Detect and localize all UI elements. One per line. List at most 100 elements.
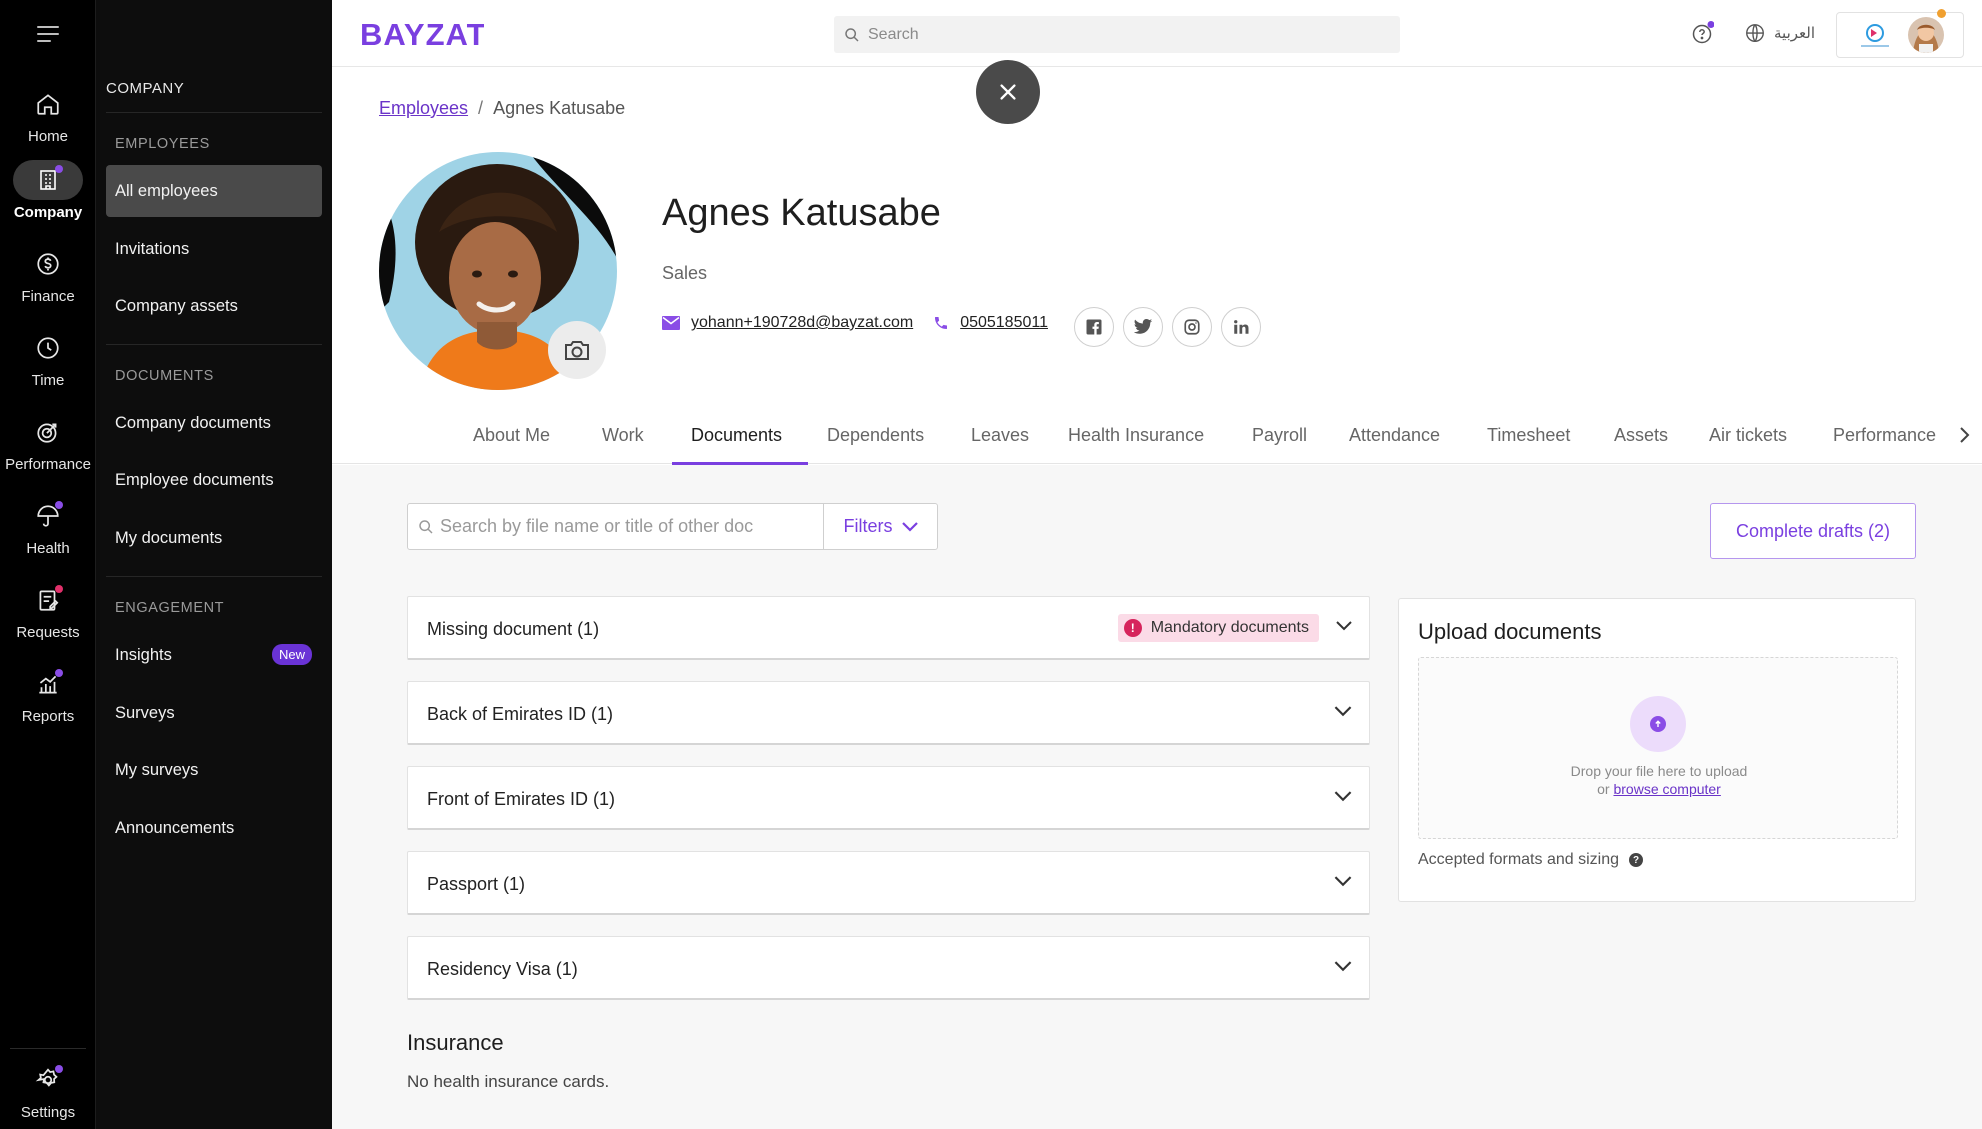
rail-item-performance[interactable]: Performance: [0, 412, 96, 492]
chevron-down-icon: [901, 521, 918, 532]
tab-leaves[interactable]: Leaves: [971, 425, 1029, 446]
twitter-button[interactable]: [1123, 307, 1163, 347]
accordion-back-of-emirates-id[interactable]: Back of Emirates ID (1): [407, 681, 1370, 745]
rail-label-time: Time: [31, 372, 65, 389]
language-label: العربية: [1774, 25, 1815, 42]
subnav-item-insights-label: Insights: [115, 645, 172, 664]
complete-drafts-button[interactable]: Complete drafts (2): [1710, 503, 1916, 559]
rail-item-home[interactable]: Home: [0, 84, 96, 164]
phone-link[interactable]: 0505185011: [960, 314, 1048, 332]
user-avatar: [1908, 17, 1944, 53]
linkedin-icon: [1234, 320, 1249, 334]
tab-attendance[interactable]: Attendance: [1349, 425, 1440, 446]
tab-dependents[interactable]: Dependents: [827, 425, 924, 446]
gear-icon: [13, 1060, 83, 1100]
rail-label-health: Health: [26, 540, 70, 557]
subnav-item-my-surveys[interactable]: My surveys: [106, 744, 322, 796]
profile-switcher[interactable]: [1836, 9, 1964, 58]
subnav-item-insights[interactable]: Insights New: [106, 629, 322, 681]
building-icon: [13, 160, 83, 200]
bayzat-logo[interactable]: BAYZAT: [360, 14, 486, 59]
subnav-item-announcements[interactable]: Announcements: [106, 802, 322, 854]
subnav-item-invitations[interactable]: Invitations: [106, 223, 322, 275]
filters-button[interactable]: Filters: [823, 503, 938, 550]
browse-computer-link[interactable]: browse computer: [1613, 781, 1720, 797]
facebook-button[interactable]: [1074, 307, 1114, 347]
company-subnav: COMPANY EMPLOYEES All employees Invitati…: [96, 0, 332, 1129]
chart-icon: [13, 664, 83, 704]
section-heading-employees: EMPLOYEES: [115, 136, 210, 152]
umbrella-icon: [13, 496, 83, 536]
tab-documents[interactable]: Documents: [691, 425, 782, 446]
rail-label-reports: Reports: [21, 708, 75, 725]
linkedin-button[interactable]: [1221, 307, 1261, 347]
breadcrumb-employees-link[interactable]: Employees: [379, 98, 468, 118]
notification-dot: [55, 501, 63, 509]
email-link[interactable]: yohann+190728d@bayzat.com: [691, 314, 913, 332]
file-dropzone[interactable]: Drop your file here to upload or browse …: [1418, 657, 1898, 839]
accordion-missing-document[interactable]: Missing document (1) ! Mandatory documen…: [407, 596, 1370, 660]
rail-item-requests[interactable]: Requests: [0, 580, 96, 660]
language-switcher[interactable]: العربية: [1744, 22, 1815, 44]
menu-icon[interactable]: [37, 26, 59, 42]
accordion-title: Passport (1): [427, 874, 526, 894]
filters-label: Filters: [843, 516, 893, 536]
subnav-item-company-assets[interactable]: Company assets: [106, 280, 322, 332]
change-photo-button[interactable]: [548, 321, 606, 379]
tab-work[interactable]: Work: [602, 425, 644, 446]
globe-icon: [1746, 24, 1764, 42]
rail-item-settings[interactable]: Settings: [0, 1060, 96, 1129]
rail-item-finance[interactable]: Finance: [0, 244, 96, 324]
subnav-item-all-employees[interactable]: All employees: [106, 165, 322, 217]
tab-health-insurance[interactable]: Health Insurance: [1068, 425, 1204, 446]
insurance-empty-text: No health insurance cards.: [407, 1072, 610, 1091]
upload-title: Upload documents: [1418, 619, 1602, 644]
mandatory-tag-label: Mandatory documents: [1150, 619, 1309, 636]
accordion-residency-visa[interactable]: Residency Visa (1): [407, 936, 1370, 1000]
tab-assets[interactable]: Assets: [1614, 425, 1668, 446]
search-icon: [845, 27, 859, 42]
subnav-divider: [106, 576, 322, 577]
subnav-divider: [106, 112, 322, 113]
top-header: BAYZAT العربية: [332, 0, 1982, 67]
close-button[interactable]: [976, 60, 1040, 124]
document-search-input[interactable]: [440, 516, 810, 537]
subnav-item-company-documents[interactable]: Company documents: [106, 397, 322, 449]
rail-item-reports[interactable]: Reports: [0, 664, 96, 744]
upload-documents-card: Upload documents Drop your file here to …: [1398, 598, 1916, 902]
rail-item-health[interactable]: Health: [0, 496, 96, 576]
info-icon[interactable]: ?: [1629, 853, 1643, 867]
breadcrumb: Employees / Agnes Katusabe: [379, 98, 625, 119]
target-icon: [13, 412, 83, 452]
alert-icon: !: [1123, 619, 1142, 637]
global-search-input[interactable]: [868, 25, 1368, 44]
tab-payroll[interactable]: Payroll: [1252, 425, 1307, 446]
chevron-right-icon: [1960, 427, 1970, 443]
instagram-icon: [1184, 319, 1200, 335]
subnav-item-employee-documents[interactable]: Employee documents: [106, 454, 322, 506]
global-search[interactable]: [834, 16, 1400, 53]
browse-line: or browse computer: [1419, 780, 1899, 798]
chevron-down-icon: [1334, 791, 1352, 802]
phone-icon: [935, 317, 948, 329]
subnav-item-my-documents[interactable]: My documents: [106, 512, 322, 564]
notification-dot: [55, 585, 63, 593]
tab-air-tickets[interactable]: Air tickets: [1709, 425, 1787, 446]
instagram-button[interactable]: [1172, 307, 1212, 347]
drop-instructions: Drop your file here to upload or browse …: [1419, 762, 1899, 798]
upload-icon: [1630, 696, 1686, 752]
accordion-passport[interactable]: Passport (1): [407, 851, 1370, 915]
chevron-down-icon: [1334, 706, 1352, 717]
rail-item-time[interactable]: Time: [0, 328, 96, 408]
tab-timesheet[interactable]: Timesheet: [1487, 425, 1570, 446]
tab-performance[interactable]: Performance: [1833, 425, 1936, 446]
employee-department: Sales: [662, 263, 708, 283]
rail-item-company[interactable]: Company: [0, 160, 96, 240]
help-button[interactable]: [1690, 21, 1715, 45]
accordion-front-of-emirates-id[interactable]: Front of Emirates ID (1): [407, 766, 1370, 830]
tabs-scroll-right[interactable]: [1958, 426, 1970, 449]
help-icon: [1692, 21, 1715, 44]
subnav-item-surveys[interactable]: Surveys: [106, 687, 322, 739]
breadcrumb-separator: /: [478, 98, 484, 118]
tab-about-me[interactable]: About Me: [473, 425, 550, 446]
